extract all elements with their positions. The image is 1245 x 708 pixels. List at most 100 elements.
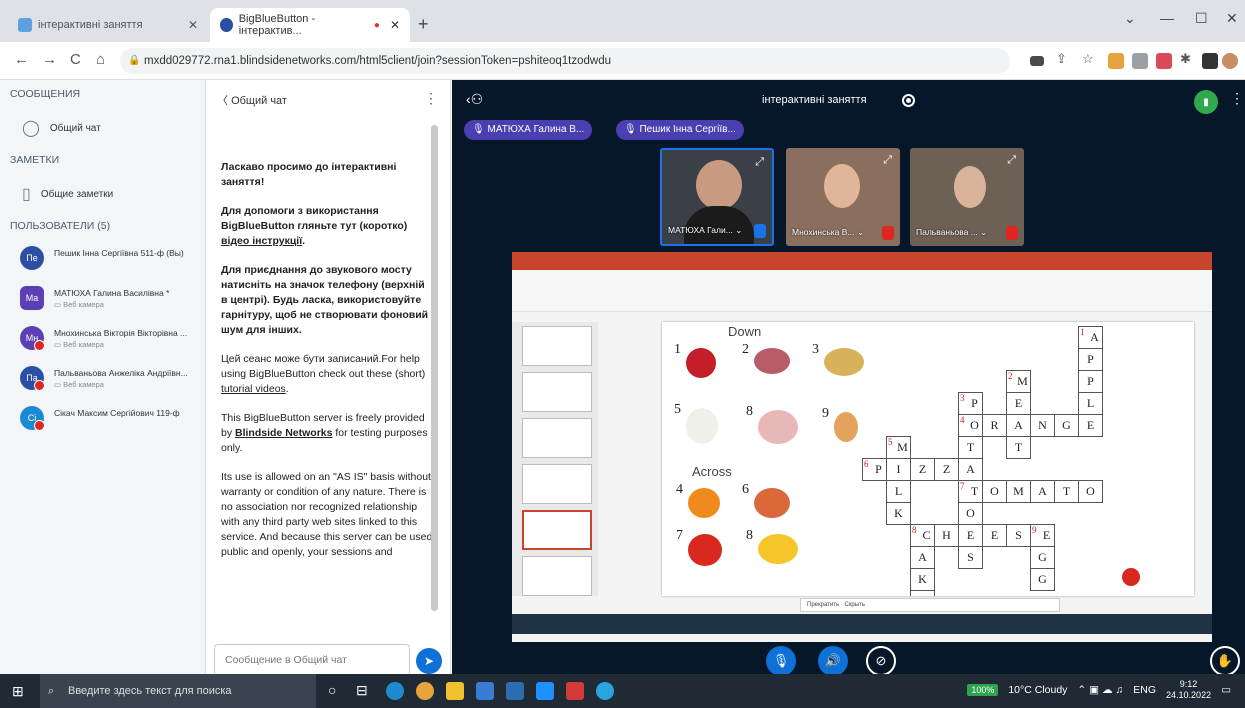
video-tile[interactable]: ⤢ Пальваньова ... ⌄ xyxy=(910,148,1024,246)
user-list-item[interactable]: Па Пальваньова Анжеліка Андріївн... ▭ Веб … xyxy=(20,366,206,396)
toggle-user-list-icon[interactable]: ‹⚇ xyxy=(466,91,483,108)
extension-icon[interactable] xyxy=(1156,53,1172,69)
chat-message: Its use is allowed on an "AS IS" basis w… xyxy=(221,471,433,558)
chat-scrollbar[interactable] xyxy=(431,125,438,611)
cortana-icon[interactable]: ○ xyxy=(328,682,346,700)
cell-letter: E xyxy=(1086,418,1095,432)
app-icon[interactable] xyxy=(566,682,584,700)
speaker-icon: 🔊 xyxy=(824,653,842,668)
forward-icon[interactable]: → xyxy=(42,51,57,68)
fullscreen-icon[interactable]: ⤢ xyxy=(1007,154,1016,167)
reload-icon[interactable]: C xyxy=(70,51,81,68)
chat-message-input[interactable]: Сообщение в Общий чат xyxy=(214,644,410,676)
user-list-item[interactable]: Пе Пешик Інна Сергіївна 511-ф (Вы) xyxy=(20,246,206,276)
video-tile[interactable]: ⤢ МАТЮХА Гали... ⌄ xyxy=(660,148,774,246)
user-list-item[interactable]: Сі Сікач Максим Сергійович 119-ф xyxy=(20,406,206,436)
raise-hand-button[interactable]: ✋ xyxy=(1210,646,1240,676)
store-icon[interactable] xyxy=(476,682,494,700)
user-list-item[interactable]: Ма МАТЮХА Галина Василівна * ▭ Веб камера xyxy=(20,286,206,316)
crossword-cell: N xyxy=(1030,414,1055,437)
fullscreen-icon[interactable]: ⤢ xyxy=(883,154,892,167)
close-tab-icon[interactable]: ✕ xyxy=(390,18,400,32)
clue-number: 1 xyxy=(674,342,681,357)
share-icon[interactable]: ⇪ xyxy=(1056,51,1067,67)
minimize-icon[interactable]: — xyxy=(1160,10,1174,26)
sidebar-icon[interactable] xyxy=(1202,53,1218,69)
food-image xyxy=(824,348,864,376)
url-field[interactable]: 🔒 mxdd029772.rna1.blindsidenetworks.com/… xyxy=(120,48,1010,74)
close-tab-icon[interactable]: ✕ xyxy=(188,18,198,32)
extensions-puzzle-icon[interactable]: ✱ xyxy=(1180,51,1191,67)
fullscreen-icon[interactable]: ⤢ xyxy=(755,156,764,169)
tab-search-icon[interactable]: ⌄ xyxy=(1124,10,1136,27)
extension-icon[interactable] xyxy=(1108,53,1124,69)
send-arrow-icon: ➤ xyxy=(423,654,435,668)
slide-thumbnail[interactable] xyxy=(522,464,592,504)
slide-thumbnail[interactable] xyxy=(522,372,592,412)
options-menu-icon[interactable]: ⋮ xyxy=(1230,90,1244,107)
slide-thumbnail-selected[interactable] xyxy=(522,510,592,550)
edge-icon[interactable] xyxy=(386,682,404,700)
app-icon[interactable] xyxy=(536,682,554,700)
help-video-link[interactable]: відео інструкції xyxy=(221,235,302,247)
extension-icon[interactable] xyxy=(1132,53,1148,69)
new-tab-icon[interactable]: + xyxy=(418,14,429,35)
chrome-icon[interactable] xyxy=(416,682,434,700)
back-icon[interactable]: ← xyxy=(14,51,29,68)
talking-indicator[interactable]: 🎙 МАТЮХА Галина В... xyxy=(464,120,593,140)
powerpoint-titlebar xyxy=(512,252,1212,270)
clock[interactable]: 9:12 24.10.2022 xyxy=(1166,679,1211,701)
profile-avatar[interactable] xyxy=(1222,53,1238,69)
talking-indicator[interactable]: 🎙 Пешик Інна Сергіїв... xyxy=(616,120,744,140)
muted-mic-icon xyxy=(34,340,45,351)
language-indicator[interactable]: ENG xyxy=(1133,684,1156,696)
bookmark-star-icon[interactable]: ☆ xyxy=(1082,51,1094,67)
audio-button[interactable]: 🔊 xyxy=(818,646,848,676)
chat-options-icon[interactable]: ⋮ xyxy=(424,90,438,107)
video-tile[interactable]: ⤢ Мнохинська В... ⌄ xyxy=(786,148,900,246)
connection-status-icon[interactable]: ▮ xyxy=(1194,90,1218,114)
app-icon[interactable] xyxy=(506,682,524,700)
crossword-cell: I xyxy=(886,458,911,481)
telegram-icon[interactable] xyxy=(596,682,614,700)
screenshare-presentation[interactable]: Down Across 1235894678 1APPLE2MEAT3P4ORN… xyxy=(512,252,1212,642)
taskbar-search[interactable]: ⌕ Введите здесь текст для поиска xyxy=(40,674,316,708)
windows-start-icon[interactable]: ⊞ xyxy=(12,683,24,700)
microphone-button[interactable]: 🎙 xyxy=(766,646,796,676)
powerpoint-ribbon xyxy=(512,270,1212,312)
slide-thumbnail[interactable] xyxy=(522,326,592,366)
send-button[interactable]: ➤ xyxy=(416,648,442,674)
browser-tab-bigbluebutton[interactable]: BigBlueButton - інтерактив... ● ✕ xyxy=(210,8,410,42)
chat-back-button[interactable]: 〈 Общий чат xyxy=(217,92,287,108)
maximize-icon[interactable]: ☐ xyxy=(1195,10,1208,27)
weather-widget[interactable]: 10°C Cloudy xyxy=(1008,684,1067,696)
tutorial-videos-link[interactable]: tutorial videos xyxy=(221,383,286,395)
notifications-icon[interactable]: ▭ xyxy=(1221,684,1231,696)
browser-tab-interactive-lessons[interactable]: інтерактивні заняття ✕ xyxy=(8,8,208,42)
task-view-icon[interactable]: ⊟ xyxy=(356,682,374,700)
microphone-icon: 🎙 xyxy=(772,653,790,668)
home-icon[interactable]: ⌂ xyxy=(96,51,105,68)
shared-notes-item[interactable]: ▯ Общие заметки xyxy=(22,184,113,204)
cell-letter: N xyxy=(1038,418,1047,432)
chat-message: This BigBlueButton server is freely prov… xyxy=(221,411,433,456)
crossword-cell: E xyxy=(910,590,935,596)
food-image xyxy=(688,488,720,518)
slide-thumbnails[interactable] xyxy=(512,322,598,596)
webcam-button[interactable]: ⊘ xyxy=(866,646,896,676)
camera-extension-icon[interactable] xyxy=(1030,56,1044,66)
slide-thumbnail[interactable] xyxy=(522,418,592,458)
tray-icons[interactable]: ⌃ ▣ ☁ ♫ xyxy=(1077,684,1123,696)
slide-thumbnail[interactable] xyxy=(522,556,592,596)
recording-indicator-icon[interactable] xyxy=(902,94,915,107)
close-window-icon[interactable]: ✕ xyxy=(1226,10,1238,27)
blindside-link[interactable]: Blindside Networks xyxy=(235,427,332,439)
crossword-cell: 3P xyxy=(958,392,983,415)
lock-icon: 🔒 xyxy=(128,55,141,66)
user-list-item[interactable]: Мн Мнохинська Вікторія Вікторівна ... ▭ Ве… xyxy=(20,326,206,356)
public-chat-item[interactable]: ◯ Общий чат xyxy=(22,118,101,138)
battery-indicator[interactable]: 100% xyxy=(967,684,999,696)
cell-letter: E xyxy=(919,594,926,596)
file-explorer-icon[interactable] xyxy=(446,682,464,700)
welcome-post: ! xyxy=(260,176,265,188)
